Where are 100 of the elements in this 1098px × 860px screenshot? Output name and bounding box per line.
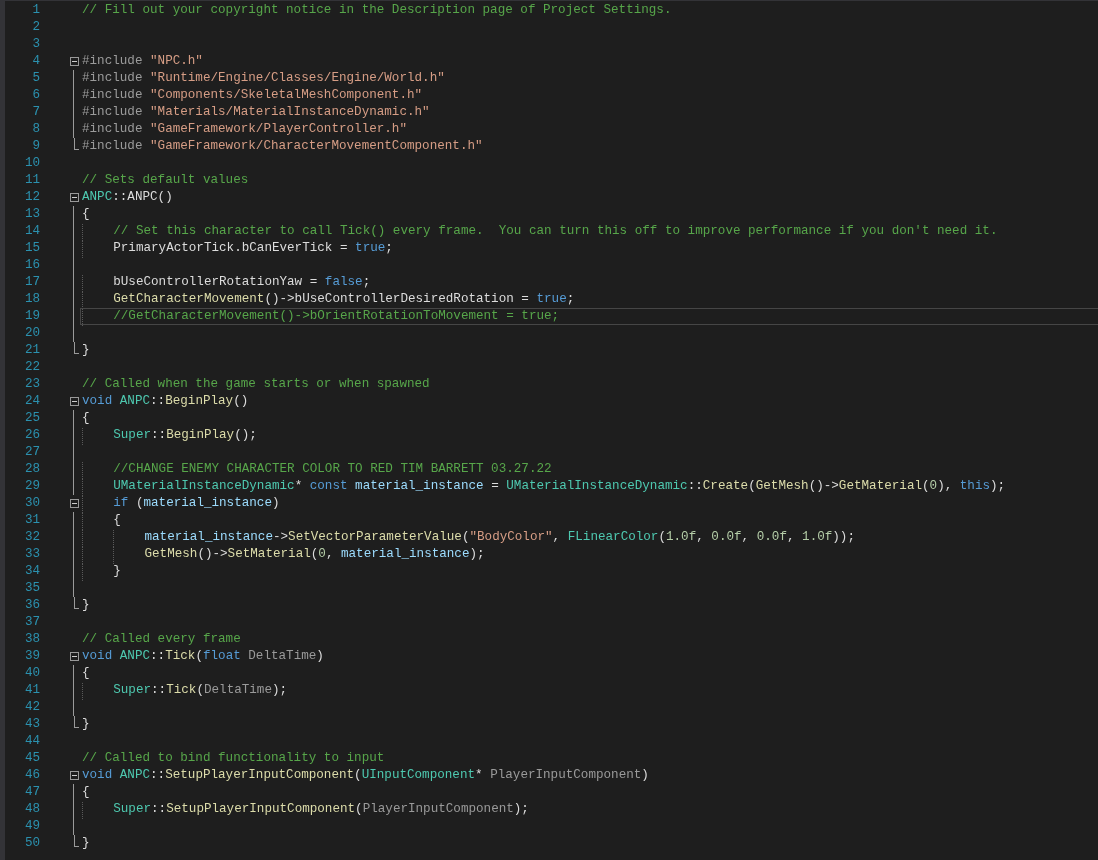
code-line: // Called every frame <box>81 631 242 648</box>
line-number: 14 <box>23 223 40 240</box>
line-number: 36 <box>23 597 40 614</box>
line-number: 31 <box>23 512 40 529</box>
line-number: 48 <box>23 801 40 818</box>
fold-toggle[interactable] <box>69 771 79 780</box>
fold-toggle[interactable] <box>69 397 79 406</box>
line-number: 12 <box>23 189 40 206</box>
line-number: 30 <box>23 495 40 512</box>
line-number: 44 <box>23 733 40 750</box>
code-line: #include "GameFramework/PlayerController.h" <box>81 121 408 138</box>
code-line: if (material_instance) <box>80 495 1098 512</box>
code-line: bUseControllerRotationYaw = false; <box>80 274 1098 291</box>
line-number: 42 <box>23 699 40 716</box>
line-number: 28 <box>23 461 40 478</box>
minus-icon <box>70 653 78 660</box>
line-number: 29 <box>23 478 40 495</box>
code-line: } <box>81 342 91 359</box>
fold-toggle[interactable] <box>69 652 79 661</box>
line-number: 19 <box>23 308 40 325</box>
line-number: 47 <box>23 784 40 801</box>
code-line: // Called to bind functionality to input <box>81 750 386 767</box>
code-line: } <box>80 563 1098 580</box>
fold-toggle[interactable] <box>69 57 79 66</box>
code-line: void ANPC::BeginPlay() <box>81 393 250 410</box>
line-number: 7 <box>31 104 40 121</box>
line-number: 9 <box>31 138 40 155</box>
line-number: 33 <box>23 546 40 563</box>
line-number: 34 <box>23 563 40 580</box>
line-number: 3 <box>31 36 40 53</box>
line-number: 41 <box>23 682 40 699</box>
line-number: 8 <box>31 121 40 138</box>
line-number: 17 <box>23 274 40 291</box>
code-line: #include "GameFramework/CharacterMovementComponent.h" <box>81 138 484 155</box>
line-number: 37 <box>23 614 40 631</box>
line-number: 6 <box>31 87 40 104</box>
line-number: 24 <box>23 393 40 410</box>
code-line: { <box>81 206 91 223</box>
code-line: // Fill out your copyright notice in the Description page of Project Settings. <box>81 2 673 19</box>
line-number: 25 <box>23 410 40 427</box>
code-line: material_instance->SetVectorParameterValue("BodyColor", FLinearColor(1.0f, 0.0f, 0.0f, 1.0f)); <box>80 529 1098 546</box>
code-line: { <box>81 784 91 801</box>
line-number: 5 <box>31 70 40 87</box>
line-number: 10 <box>23 155 40 172</box>
fold-toggle[interactable] <box>69 499 79 508</box>
code-line: } <box>81 597 91 614</box>
line-number: 35 <box>23 580 40 597</box>
line-number: 21 <box>23 342 40 359</box>
code-line: #include "NPC.h" <box>81 53 204 70</box>
line-number: 46 <box>23 767 40 784</box>
code-line: // Called when the game starts or when spawned <box>81 376 431 393</box>
code-line: GetCharacterMovement()->bUseControllerDesiredRotation = true; <box>80 291 1098 308</box>
code-line: #include "Materials/MaterialInstanceDynamic.h" <box>81 104 431 121</box>
line-number: 4 <box>31 53 40 70</box>
minus-icon <box>70 772 78 779</box>
line-number: 38 <box>23 631 40 648</box>
line-number: 15 <box>23 240 40 257</box>
line-number: 50 <box>23 835 40 852</box>
code-line: //GetCharacterMovement()->bOrientRotationToMovement = true; <box>80 308 1098 325</box>
code-line: #include "Components/SkeletalMeshComponent.h" <box>81 87 424 104</box>
line-number: 32 <box>23 529 40 546</box>
code-line: { <box>81 665 91 682</box>
line-number: 11 <box>23 172 40 189</box>
code-line: Super::BeginPlay(); <box>80 427 1098 444</box>
minus-icon <box>70 194 78 201</box>
line-number: 23 <box>23 376 40 393</box>
line-number: 49 <box>23 818 40 835</box>
code-line: #include "Runtime/Engine/Classes/Engine/World.h" <box>81 70 446 87</box>
code-line: GetMesh()->SetMaterial(0, material_instance); <box>80 546 1098 563</box>
code-line: } <box>81 716 91 733</box>
line-number: 27 <box>23 444 40 461</box>
code-line: // Sets default values <box>81 172 250 189</box>
code-line: // Set this character to call Tick() every frame. You can turn this off to improve performance if you don't need it. <box>80 223 1098 240</box>
code-line: //CHANGE ENEMY CHARACTER COLOR TO RED TIM BARRETT 03.27.22 <box>80 461 1098 478</box>
code-line: ANPC::ANPC() <box>81 189 174 206</box>
line-number: 20 <box>23 325 40 342</box>
code-line: void ANPC::Tick(float DeltaTime) <box>81 648 325 665</box>
line-number: 1 <box>31 2 40 19</box>
code-line: Super::SetupPlayerInputComponent(PlayerInputComponent); <box>80 801 1098 818</box>
line-number: 39 <box>23 648 40 665</box>
code-line: UMaterialInstanceDynamic* const material_instance = UMaterialInstanceDynamic::Create(GetMesh()->GetMaterial(0), this); <box>80 478 1098 495</box>
line-number: 16 <box>23 257 40 274</box>
code-line: { <box>80 512 1098 529</box>
line-number: 2 <box>31 19 40 36</box>
minus-icon <box>70 500 78 507</box>
line-number: 22 <box>23 359 40 376</box>
code-line: void ANPC::SetupPlayerInputComponent(UInputComponent* PlayerInputComponent) <box>81 767 650 784</box>
line-number: 26 <box>23 427 40 444</box>
minus-icon <box>70 398 78 405</box>
code-line: } <box>81 835 91 852</box>
code-line: { <box>81 410 91 427</box>
line-number: 18 <box>23 291 40 308</box>
line-number: 40 <box>23 665 40 682</box>
line-number: 13 <box>23 206 40 223</box>
code-line: Super::Tick(DeltaTime); <box>80 682 1098 699</box>
line-number: 43 <box>23 716 40 733</box>
minus-icon <box>70 58 78 65</box>
fold-toggle[interactable] <box>69 193 79 202</box>
line-number: 45 <box>23 750 40 767</box>
code-line: PrimaryActorTick.bCanEverTick = true; <box>80 240 1098 257</box>
